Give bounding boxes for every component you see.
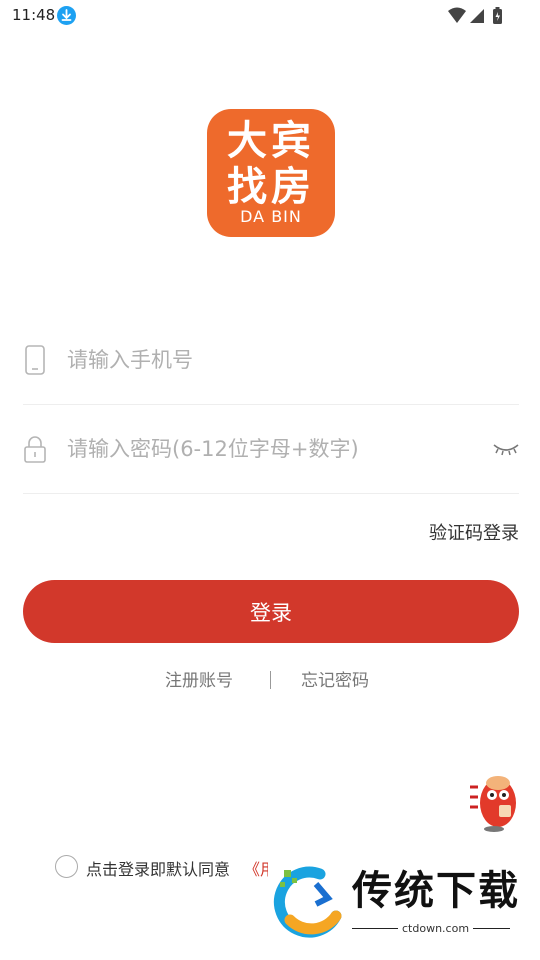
- agreement-text: 点击登录即默认同意: [86, 860, 231, 879]
- watermark: 传统下载 ctdown.com: [268, 860, 520, 942]
- logo-text-line2: 找房: [227, 164, 315, 210]
- login-button[interactable]: 登录: [23, 580, 519, 643]
- phone-icon: [23, 344, 47, 376]
- battery-icon: [493, 7, 502, 24]
- agreement-checkbox[interactable]: [55, 855, 78, 878]
- mascot-icon[interactable]: [466, 769, 524, 833]
- forgot-password-link[interactable]: 忘记密码: [301, 666, 369, 691]
- logo-text-line3: DA BIN: [240, 207, 302, 226]
- watermark-logo-icon: [270, 864, 346, 938]
- app-logo: 大宾 找房 DA BIN: [207, 109, 335, 237]
- wifi-icon: [448, 7, 466, 23]
- password-input[interactable]: [67, 431, 487, 467]
- link-separator: [270, 671, 271, 689]
- register-link[interactable]: 注册账号: [165, 666, 233, 691]
- logo-text-line1: 大宾: [227, 118, 315, 164]
- status-time: 11:48: [12, 6, 56, 24]
- password-field: [23, 405, 519, 494]
- phone-input[interactable]: [67, 342, 487, 378]
- status-bar: 11:48: [0, 0, 540, 32]
- sms-login-link[interactable]: 验证码登录: [429, 519, 519, 545]
- watermark-title: 传统下载: [352, 868, 520, 914]
- phone-field: [23, 316, 519, 405]
- eye-closed-icon[interactable]: [493, 439, 519, 459]
- status-icons: [448, 6, 508, 26]
- lock-icon: [23, 433, 47, 465]
- download-icon: [57, 6, 76, 25]
- signal-icon: [470, 9, 484, 23]
- watermark-url: ctdown.com: [398, 922, 474, 935]
